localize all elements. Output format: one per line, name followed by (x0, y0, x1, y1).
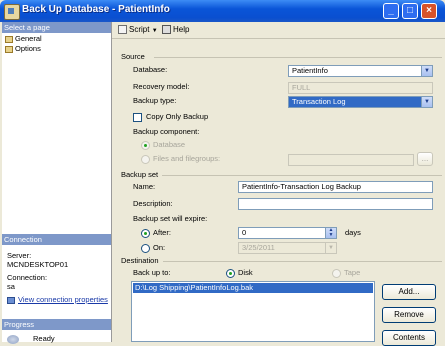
page-item-label: Options (15, 44, 41, 53)
destination-list[interactable]: D:\Log Shipping\PatientInfoLog.bak (131, 281, 375, 342)
server-label: Server: (7, 251, 32, 260)
expire-days-stepper[interactable]: 0 ▲ ▼ (238, 227, 337, 239)
page-icon (5, 35, 13, 43)
expire-after-radio[interactable] (141, 229, 150, 238)
on-label: On: (153, 243, 166, 252)
minimize-button[interactable]: _ (383, 3, 399, 19)
tape-label: Tape (344, 268, 361, 277)
page-item-label: General (15, 34, 42, 43)
backup-name-input[interactable]: PatientInfo-Transaction Log Backup (238, 181, 433, 193)
after-label: After: (153, 228, 171, 237)
properties-icon (7, 296, 15, 304)
backup-type-label: Backup type: (133, 96, 177, 105)
close-button[interactable]: × (421, 3, 437, 19)
list-item[interactable]: D:\Log Shipping\PatientInfoLog.bak (133, 283, 373, 293)
name-label: Name: (133, 182, 156, 191)
connection-label: Connection: (7, 273, 48, 282)
tape-radio[interactable] (332, 269, 341, 278)
component-files-radio[interactable] (141, 155, 150, 164)
progress-icon (7, 334, 19, 344)
title-bar: Back Up Database - PatientInfo _ □ × (0, 0, 445, 22)
expire-on-radio[interactable] (141, 244, 150, 253)
view-connection-properties-label: View connection properties (18, 295, 108, 304)
disk-radio[interactable] (226, 269, 235, 278)
remove-button[interactable]: Remove (382, 307, 436, 323)
toolbar: Script ▼ Help (112, 22, 445, 39)
page-item-general[interactable]: General (5, 34, 42, 44)
server-value: MCNDESKTOP01 (7, 260, 69, 269)
expire-label: Backup set will expire: (133, 214, 208, 223)
contents-button[interactable]: Contents (382, 330, 436, 346)
select-page-header: Select a page (2, 22, 111, 33)
database-select[interactable]: PatientInfo ▼ (288, 65, 433, 77)
backup-set-group-label: Backup set (121, 170, 159, 179)
help-button[interactable]: Help (162, 25, 189, 35)
destination-group-label: Destination (121, 256, 159, 265)
source-divider (154, 57, 442, 58)
back-up-to-label: Back up to: (133, 268, 171, 277)
source-group-label: Source (121, 52, 145, 61)
spinner-arrows-icon: ▲ ▼ (325, 228, 336, 238)
backup-database-dialog: Back Up Database - PatientInfo _ □ × Sel… (0, 0, 445, 346)
database-icon (4, 4, 20, 20)
days-label: days (345, 228, 361, 237)
window-title: Back Up Database - PatientInfo (22, 4, 170, 15)
files-filegroups-field (288, 154, 414, 166)
chevron-down-icon: ▼ (325, 243, 336, 253)
database-select-value: PatientInfo (292, 66, 328, 75)
recovery-model-label: Recovery model: (133, 82, 190, 91)
add-button[interactable]: Add... (382, 284, 436, 300)
help-icon (162, 25, 171, 35)
component-files-label: Files and filegroups: (153, 154, 221, 163)
component-database-label: Database (153, 140, 186, 149)
page-item-options[interactable]: Options (5, 44, 41, 54)
database-label: Database: (133, 65, 168, 74)
backup-type-select-value: Transaction Log (292, 97, 346, 106)
expire-days-value: 0 (242, 228, 247, 237)
connection-value: sa (7, 282, 15, 291)
destination-divider (163, 261, 442, 262)
chevron-down-icon: ▼ (421, 97, 432, 107)
backup-component-label: Backup component: (133, 127, 200, 136)
expire-date-picker[interactable]: 3/25/2011 ▼ (238, 242, 337, 254)
chevron-down-icon: ▼ (421, 66, 432, 76)
general-page-panel: Source Database: PatientInfo ▼ Recovery … (112, 44, 445, 346)
progress-header: Progress (2, 319, 111, 330)
page-icon (5, 45, 13, 53)
progress-status: Ready (7, 334, 55, 344)
help-label: Help (173, 25, 190, 34)
copy-only-label: Copy Only Backup (146, 112, 209, 121)
disk-label: Disk (238, 268, 253, 277)
script-icon (118, 25, 127, 35)
component-database-radio[interactable] (141, 141, 150, 150)
dropdown-arrow-icon: ▼ (151, 28, 158, 34)
copy-only-checkbox[interactable] (133, 113, 142, 122)
connection-header: Connection (2, 234, 111, 245)
script-button[interactable]: Script ▼ (118, 25, 158, 36)
files-browse-button[interactable]: ... (417, 152, 433, 166)
backup-type-select[interactable]: Transaction Log ▼ (288, 96, 433, 108)
description-label: Description: (133, 199, 173, 208)
maximize-button[interactable]: □ (402, 3, 418, 19)
left-pane: Select a page General Options Connection… (2, 22, 112, 344)
backup-set-divider (162, 175, 442, 176)
description-input[interactable] (238, 198, 433, 210)
expire-date-value: 3/25/2011 (242, 243, 275, 252)
recovery-model-field: FULL (288, 82, 433, 94)
view-connection-properties-link[interactable]: View connection properties (7, 295, 108, 304)
script-label: Script (129, 25, 150, 34)
